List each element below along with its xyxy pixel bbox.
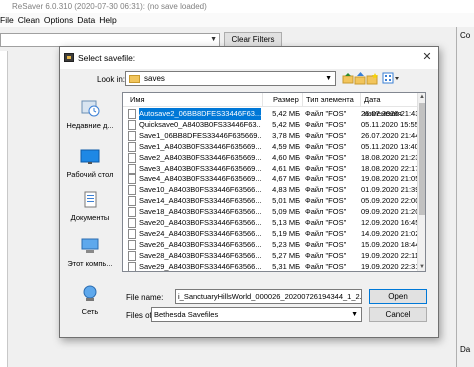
right-panel: Co Da: [456, 27, 474, 367]
file-name-input[interactable]: i_SanctuaryHillsWorld_000026_20200726194…: [175, 289, 362, 304]
place-network-label: Сеть: [81, 307, 99, 316]
file-icon: [128, 119, 136, 130]
file-row[interactable]: Save29_A8403B0FS33446F63566... 5,31 МБ Фай…: [123, 261, 419, 271]
new-folder-icon[interactable]: [366, 72, 379, 85]
folder-icon: [129, 75, 140, 83]
place-desktop-label: Рабочий стол: [66, 170, 114, 179]
place-this-pc-label: Этот компь...: [67, 259, 113, 268]
chevron-down-icon: ▼: [325, 75, 332, 82]
place-documents[interactable]: Документы: [64, 191, 116, 222]
column-type[interactable]: Тип элемента: [303, 93, 361, 107]
file-name: Save29_A8403B0FS33446F63566...: [139, 261, 261, 271]
menu-file[interactable]: File: [0, 13, 18, 27]
menu-options[interactable]: Options: [44, 13, 77, 27]
file-size: 5,31 МБ: [272, 261, 300, 271]
place-this-pc[interactable]: Этот компь...: [64, 237, 116, 268]
file-icon: [128, 174, 136, 185]
scroll-down-icon[interactable]: ▼: [419, 264, 425, 270]
column-size[interactable]: Размер: [263, 93, 303, 107]
right-label-co: Co: [460, 31, 471, 40]
left-panel: [0, 51, 8, 367]
view-menu-icon[interactable]: [382, 72, 400, 85]
scrollbar-thumb[interactable]: [419, 103, 425, 215]
cancel-button[interactable]: Cancel: [369, 307, 427, 322]
place-recent[interactable]: Недавние д...: [64, 99, 116, 130]
menu-data[interactable]: Data: [77, 13, 99, 27]
chevron-down-icon: ▼: [210, 36, 217, 43]
file-icon: [128, 141, 136, 152]
app-title: ReSaver 6.0.310 (2020-07-30 06:31): (no …: [0, 0, 474, 13]
scroll-up-icon[interactable]: ▲: [419, 94, 425, 100]
close-icon[interactable]: ✕: [420, 50, 434, 64]
file-icon: [128, 163, 136, 174]
file-icon: [128, 250, 136, 261]
file-icon: [128, 207, 136, 218]
file-name-label: File name:: [126, 293, 164, 302]
file-icon: [128, 196, 136, 207]
dialog-title: Select savefile:: [78, 53, 136, 63]
place-recent-label: Недавние д...: [66, 121, 114, 130]
file-type: Файл "FOS": [305, 261, 347, 271]
look-in-value: saves: [144, 74, 165, 83]
file-icon: [128, 130, 136, 141]
documents-icon: [84, 191, 97, 208]
file-type-value: Bethesda Savefiles: [154, 310, 219, 319]
list-header: Имя Размер Тип элемента Дата изменения: [123, 93, 419, 118]
app-icon: [64, 53, 74, 62]
right-label-da: Da: [460, 345, 471, 354]
file-icon: [128, 218, 136, 228]
file-date: 19.09.2020 22:31: [361, 261, 419, 271]
file-type-select[interactable]: Bethesda Savefiles ▼: [151, 307, 362, 322]
file-icon: [128, 185, 136, 196]
recent-places-icon: [81, 100, 100, 117]
place-documents-label: Документы: [70, 213, 110, 222]
desktop-icon: [80, 149, 100, 164]
look-in-combo[interactable]: saves ▼: [125, 71, 336, 86]
menu-bar: File Clean Options Data Help: [0, 13, 474, 27]
select-savefile-dialog: Select savefile: ✕ Look in: saves ▼ Неда…: [59, 46, 439, 338]
file-list[interactable]: Имя Размер Тип элемента Дата изменения A…: [122, 92, 426, 272]
network-icon: [83, 285, 97, 301]
column-name[interactable]: Имя: [123, 93, 263, 107]
look-in-label: Look in:: [97, 75, 126, 84]
file-icon: [128, 261, 136, 271]
file-icon: [128, 228, 136, 239]
place-network[interactable]: Сеть: [64, 285, 116, 316]
file-icon: [128, 109, 136, 119]
place-desktop[interactable]: Рабочий стол: [64, 148, 116, 179]
vertical-scrollbar[interactable]: ▲ ▼: [417, 93, 425, 271]
menu-clean[interactable]: Clean: [18, 13, 44, 27]
menu-help[interactable]: Help: [99, 13, 120, 27]
filter-combo[interactable]: ▼: [0, 33, 220, 47]
dialog-titlebar: Select savefile: ✕: [60, 47, 438, 69]
file-icon: [128, 239, 136, 250]
open-button[interactable]: Open: [369, 289, 427, 304]
computer-icon: [81, 238, 99, 253]
column-date[interactable]: Дата изменения: [361, 93, 419, 118]
chevron-down-icon: ▼: [351, 311, 358, 318]
file-icon: [128, 152, 136, 163]
